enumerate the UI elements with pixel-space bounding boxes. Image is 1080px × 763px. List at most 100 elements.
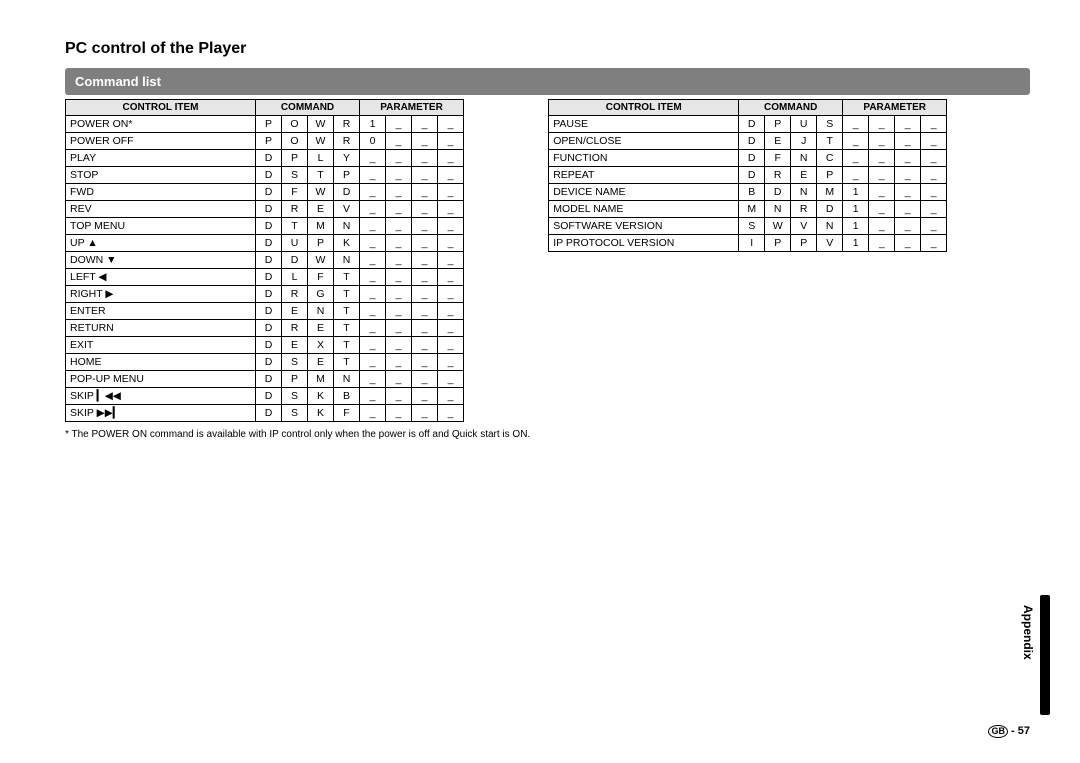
- command-char: P: [765, 235, 791, 252]
- parameter-char: _: [921, 201, 947, 218]
- side-label-appendix: Appendix: [1021, 605, 1035, 660]
- command-char: D: [817, 201, 843, 218]
- parameter-char: _: [360, 167, 386, 184]
- parameter-char: _: [921, 184, 947, 201]
- parameter-char: _: [360, 252, 386, 269]
- command-char: F: [334, 405, 360, 422]
- parameter-char: _: [412, 201, 438, 218]
- item-name: SOFTWARE VERSION: [549, 218, 739, 235]
- parameter-char: _: [869, 235, 895, 252]
- command-char: E: [282, 303, 308, 320]
- parameter-char: _: [412, 218, 438, 235]
- parameter-char: _: [438, 218, 464, 235]
- item-name: SKIP ▶▶▎: [66, 405, 256, 422]
- parameter-char: _: [843, 116, 869, 133]
- th-control-item: CONTROL ITEM: [66, 100, 256, 116]
- command-char: D: [256, 150, 282, 167]
- item-name: REV: [66, 201, 256, 218]
- parameter-char: _: [386, 184, 412, 201]
- command-char: P: [791, 235, 817, 252]
- parameter-char: _: [360, 371, 386, 388]
- parameter-char: _: [386, 167, 412, 184]
- parameter-char: _: [360, 286, 386, 303]
- parameter-char: _: [438, 405, 464, 422]
- command-char: M: [739, 201, 765, 218]
- table-row: SKIP ▎◀◀DSKB____: [66, 388, 464, 405]
- item-name: STOP: [66, 167, 256, 184]
- parameter-char: _: [895, 218, 921, 235]
- command-char: T: [334, 286, 360, 303]
- parameter-char: _: [386, 320, 412, 337]
- table-row: PAUSEDPUS____: [549, 116, 947, 133]
- command-char: N: [765, 201, 791, 218]
- table-row: POWER ON*POWR1___: [66, 116, 464, 133]
- command-char: T: [308, 167, 334, 184]
- parameter-char: _: [869, 201, 895, 218]
- parameter-char: _: [386, 235, 412, 252]
- table-row: PLAYDPLY____: [66, 150, 464, 167]
- command-char: D: [256, 388, 282, 405]
- parameter-char: _: [869, 184, 895, 201]
- item-name: EXIT: [66, 337, 256, 354]
- parameter-char: _: [921, 150, 947, 167]
- parameter-char: _: [386, 388, 412, 405]
- command-char: F: [282, 184, 308, 201]
- command-char: D: [256, 337, 282, 354]
- parameter-char: _: [438, 320, 464, 337]
- command-char: T: [334, 303, 360, 320]
- command-char: R: [334, 133, 360, 150]
- command-char: P: [282, 150, 308, 167]
- parameter-char: _: [438, 235, 464, 252]
- command-char: S: [282, 354, 308, 371]
- parameter-char: _: [386, 218, 412, 235]
- parameter-char: _: [360, 303, 386, 320]
- parameter-char: _: [386, 150, 412, 167]
- parameter-char: _: [895, 116, 921, 133]
- command-char: W: [308, 116, 334, 133]
- command-char: R: [334, 116, 360, 133]
- command-char: W: [308, 184, 334, 201]
- parameter-char: _: [895, 184, 921, 201]
- command-char: O: [282, 133, 308, 150]
- item-name: POWER ON*: [66, 116, 256, 133]
- command-char: P: [817, 167, 843, 184]
- command-char: Y: [334, 150, 360, 167]
- command-char: N: [334, 371, 360, 388]
- arrow-icon: ▲: [87, 237, 97, 249]
- parameter-char: _: [360, 269, 386, 286]
- command-char: S: [739, 218, 765, 235]
- command-char: C: [817, 150, 843, 167]
- command-char: W: [308, 252, 334, 269]
- command-char: U: [282, 235, 308, 252]
- command-char: S: [282, 388, 308, 405]
- parameter-char: 1: [843, 235, 869, 252]
- parameter-char: _: [386, 201, 412, 218]
- item-name: PLAY: [66, 150, 256, 167]
- page-title: PC control of the Player: [65, 40, 1030, 58]
- command-char: V: [791, 218, 817, 235]
- item-name: RETURN: [66, 320, 256, 337]
- side-tab: [1040, 595, 1050, 715]
- command-char: D: [739, 116, 765, 133]
- command-char: D: [256, 354, 282, 371]
- command-char: P: [256, 133, 282, 150]
- item-name: FWD: [66, 184, 256, 201]
- command-char: P: [334, 167, 360, 184]
- command-char: D: [256, 201, 282, 218]
- command-char: I: [739, 235, 765, 252]
- command-char: N: [791, 184, 817, 201]
- command-char: D: [256, 269, 282, 286]
- command-char: N: [308, 303, 334, 320]
- parameter-char: _: [412, 320, 438, 337]
- command-char: D: [739, 167, 765, 184]
- command-table-left: CONTROL ITEM COMMAND PARAMETER POWER ON*…: [65, 99, 464, 422]
- command-char: D: [256, 286, 282, 303]
- parameter-char: _: [869, 167, 895, 184]
- command-char: N: [334, 218, 360, 235]
- command-char: E: [791, 167, 817, 184]
- command-char: X: [308, 337, 334, 354]
- parameter-char: _: [386, 405, 412, 422]
- table-row: ENTERDENT____: [66, 303, 464, 320]
- page-prefix: GB: [988, 725, 1008, 738]
- command-char: E: [282, 337, 308, 354]
